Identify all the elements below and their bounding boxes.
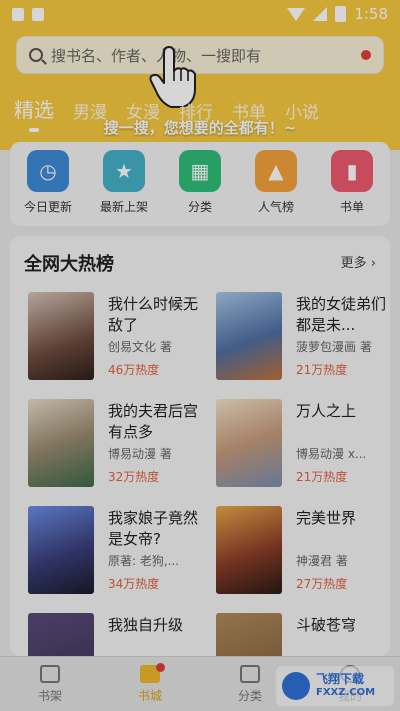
chevron-right-icon: ›: [370, 256, 376, 271]
book-cover: [28, 613, 94, 656]
category-icon: [240, 664, 260, 683]
book-title: 我家娘子竟然是女帝?: [108, 509, 199, 548]
book-heat: 32万热度: [108, 470, 160, 484]
badge-dot: [156, 663, 165, 672]
quick-label: 分类: [187, 200, 212, 214]
nav-bookstore[interactable]: 书城: [100, 657, 200, 711]
book-title: 完美世界: [296, 509, 357, 527]
nav-label: 分类: [237, 688, 262, 703]
book-title: 我什么时候无敌了: [108, 295, 199, 334]
watermark-text: 飞翔下载: [316, 672, 365, 686]
book-heat: 46万热度: [108, 363, 160, 377]
nav-bookshelf[interactable]: 书架: [0, 657, 100, 711]
nav-label: 书城: [137, 688, 162, 703]
book-author: 博易动漫 x...: [296, 447, 367, 461]
book-item[interactable]: 完美世界 神漫君 著 27万热度: [216, 506, 390, 598]
book-item[interactable]: 我的女徒弟们都是未... 菠萝包漫画 著 21万热度: [216, 292, 390, 384]
book-cover: [28, 506, 94, 594]
clock-icon: ◷: [27, 150, 69, 192]
book-item[interactable]: 我的夫君后宫有点多 博易动漫 著 32万热度: [28, 399, 208, 491]
book-cover: [28, 399, 94, 487]
search-tip: 搜一搜，您想要的全都有！~: [103, 119, 297, 137]
wifi-icon: [287, 7, 306, 21]
book-item[interactable]: 我家娘子竟然是女帝? 原著: 老狗,... 34万热度: [28, 506, 208, 598]
bookshelf-icon: [40, 664, 60, 683]
nav-label: 书架: [37, 688, 62, 703]
hot-ranking-card: 全网大热榜 更多 › 我什么时候无敌了 创易文化 著 46万热度 我的女徒弟们都…: [10, 236, 390, 656]
signal-icon: [313, 7, 328, 21]
watermark-logo: 飞翔下载 FXXZ.COM: [276, 666, 394, 706]
search-icon: [29, 48, 43, 62]
notification-icon: [32, 7, 44, 21]
book-title: 我独自升级: [108, 616, 184, 634]
book-cover: [216, 506, 282, 594]
book-heat: 34万热度: [108, 577, 160, 591]
book-item[interactable]: 我什么时候无敌了 创易文化 著 46万热度: [28, 292, 208, 384]
quick-label: 人气榜: [257, 200, 294, 214]
book-title: 斗破苍穹: [296, 616, 357, 634]
book-title: 我的夫君后宫有点多: [108, 402, 199, 441]
book-item[interactable]: 万人之上 博易动漫 x... 21万热度: [216, 399, 390, 491]
quick-booklist[interactable]: ▮ 书单: [317, 150, 387, 226]
quick-popular[interactable]: ▲ 人气榜: [241, 150, 311, 226]
quick-today-update[interactable]: ◷ 今日更新: [13, 150, 83, 226]
book-author: 创易文化 著: [108, 340, 172, 354]
book-author: 神漫君 著: [296, 554, 348, 568]
quick-label: 今日更新: [23, 200, 72, 214]
notification-icon: [12, 7, 24, 21]
book-cover: [216, 292, 282, 380]
book-item[interactable]: 斗破苍穹: [216, 613, 390, 656]
quick-new-arrivals[interactable]: ★ 最新上架: [89, 150, 159, 226]
quick-entries: ◷ 今日更新 ★ 最新上架 ▦ 分类 ▲ 人气榜 ▮ 书单: [10, 142, 390, 226]
book-author: 原著: 老狗,...: [108, 554, 180, 568]
notification-dot[interactable]: [361, 50, 371, 60]
more-label: 更多: [340, 256, 367, 271]
battery-icon: [335, 6, 347, 22]
status-time: 1:58: [354, 5, 388, 23]
quick-label: 书单: [339, 200, 364, 214]
section-title: 全网大热榜: [24, 254, 114, 275]
flame-icon: ▲: [255, 150, 297, 192]
status-bar: 1:58: [0, 0, 400, 28]
book-cover: [28, 292, 94, 380]
watermark-url: FXXZ.COM: [316, 687, 376, 698]
book-heat: 27万热度: [296, 577, 348, 591]
book-author: 博易动漫 著: [108, 447, 172, 461]
watermark-icon: [282, 672, 310, 700]
book-heat: 21万热度: [296, 470, 348, 484]
more-link[interactable]: 更多 ›: [341, 252, 376, 271]
quick-category[interactable]: ▦ 分类: [165, 150, 235, 226]
book-cover: [216, 613, 282, 656]
bookmark-icon: ▮: [331, 150, 373, 192]
book-heat: 21万热度: [296, 363, 348, 377]
book-title: 我的女徒弟们都是未...: [296, 295, 387, 334]
notification-icons: [12, 7, 44, 21]
book-title: 万人之上: [296, 402, 357, 420]
book-cover: [216, 399, 282, 487]
shelf-star-icon: ★: [103, 150, 145, 192]
quick-label: 最新上架: [99, 200, 148, 214]
grid-icon: ▦: [179, 150, 221, 192]
book-item[interactable]: 我独自升级: [28, 613, 208, 656]
book-author: 菠萝包漫画 著: [296, 340, 372, 354]
